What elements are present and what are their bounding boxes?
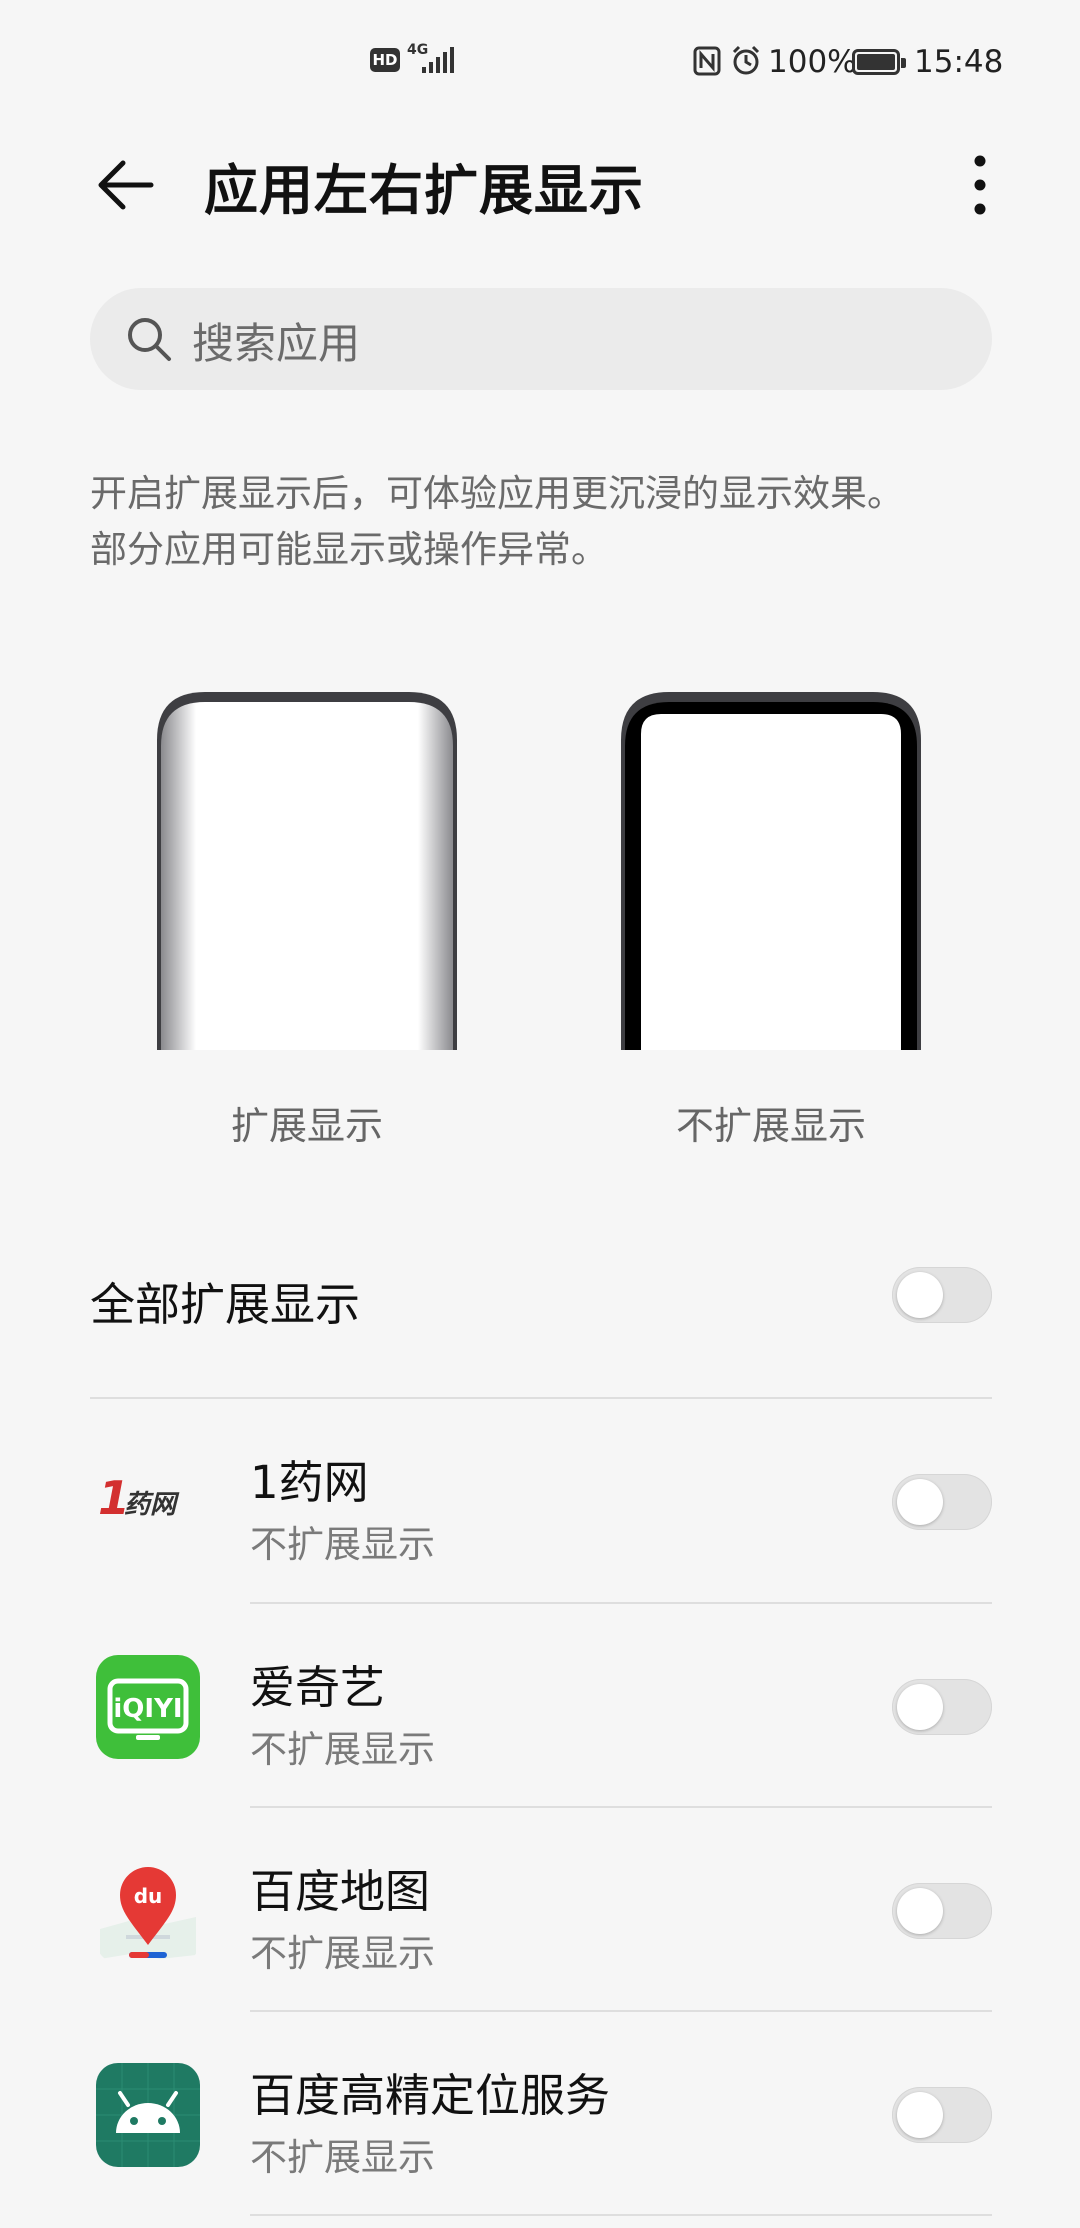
- hd-label: HD: [372, 51, 398, 69]
- nfc-icon: [693, 46, 721, 76]
- battery-percent: 100%: [768, 44, 857, 80]
- all-expand-row[interactable]: 全部扩展显示: [0, 1240, 1080, 1350]
- search-icon: [128, 318, 171, 361]
- svg-text:iQIYI: iQIYI: [113, 1694, 182, 1724]
- app-row[interactable]: 1 药网 1药网 不扩展显示: [0, 1400, 1080, 1604]
- signal-icon: [422, 47, 454, 73]
- description: 开启扩展显示后，可体验应用更沉浸的显示效果。 部分应用可能显示或操作异常。: [90, 466, 1010, 578]
- app-row[interactable]: du 百度地图 不扩展显示: [0, 1809, 1080, 2013]
- app-toggle[interactable]: [892, 2087, 992, 2143]
- clock: 15:48: [914, 44, 1004, 80]
- all-expand-toggle[interactable]: [892, 1267, 992, 1323]
- back-button[interactable]: [80, 140, 170, 230]
- search-input[interactable]: 搜索应用: [90, 288, 992, 390]
- app-toggle[interactable]: [892, 1679, 992, 1735]
- app-status: 不扩展显示: [250, 1932, 435, 1975]
- app-status: 不扩展显示: [250, 2136, 435, 2179]
- svg-text:du: du: [134, 1884, 163, 1908]
- svg-text:药网: 药网: [124, 1490, 180, 1520]
- not-expanded-illustration[interactable]: [619, 690, 923, 1050]
- divider: [90, 1397, 992, 1399]
- app-name: 百度地图: [250, 1865, 431, 1918]
- divider: [250, 2010, 992, 2012]
- divider: [250, 1602, 992, 1604]
- hd-icon: HD: [370, 48, 400, 72]
- android-icon: [96, 2063, 200, 2167]
- more-options-button[interactable]: [935, 140, 1025, 230]
- app-name: 1药网: [250, 1456, 369, 1509]
- expanded-illustration[interactable]: [155, 690, 459, 1050]
- page-title: 应用左右扩展显示: [204, 159, 644, 222]
- app-toggle[interactable]: [892, 1474, 992, 1530]
- phone-expanded-icon: [157, 692, 457, 1050]
- app-toggle[interactable]: [892, 1883, 992, 1939]
- app-status: 不扩展显示: [250, 1728, 435, 1771]
- phone-not-expanded-icon: [621, 692, 921, 1050]
- 1yaowang-logo-icon: 1 药网: [96, 1450, 200, 1554]
- app-status: 不扩展显示: [250, 1523, 435, 1566]
- app-name: 爱奇艺: [250, 1661, 386, 1714]
- app-name: 百度高精定位服务: [250, 2069, 611, 2122]
- description-line-2: 部分应用可能显示或操作异常。: [90, 528, 608, 571]
- baidu-map-icon: du: [96, 1859, 200, 1963]
- alarm-icon: [732, 45, 760, 75]
- status-bar: HD 4G 100% 15:48: [0, 0, 1080, 120]
- all-expand-label: 全部扩展显示: [90, 1278, 361, 1331]
- app-row[interactable]: iQIYI 爱奇艺 不扩展显示: [0, 1605, 1080, 1809]
- more-vertical-icon: [974, 155, 986, 215]
- description-line-1: 开启扩展显示后，可体验应用更沉浸的显示效果。: [90, 472, 904, 515]
- divider: [250, 2214, 992, 2216]
- not-expanded-label: 不扩展显示: [675, 1104, 866, 1148]
- search-placeholder: 搜索应用: [192, 319, 361, 368]
- battery-icon: [852, 49, 906, 75]
- iqiyi-logo-icon: iQIYI: [96, 1655, 200, 1759]
- app-row[interactable]: 百度高精定位服务 不扩展显示: [0, 2013, 1080, 2217]
- divider: [250, 1806, 992, 1808]
- expanded-label: 扩展显示: [230, 1104, 383, 1148]
- back-arrow-icon: [98, 160, 154, 210]
